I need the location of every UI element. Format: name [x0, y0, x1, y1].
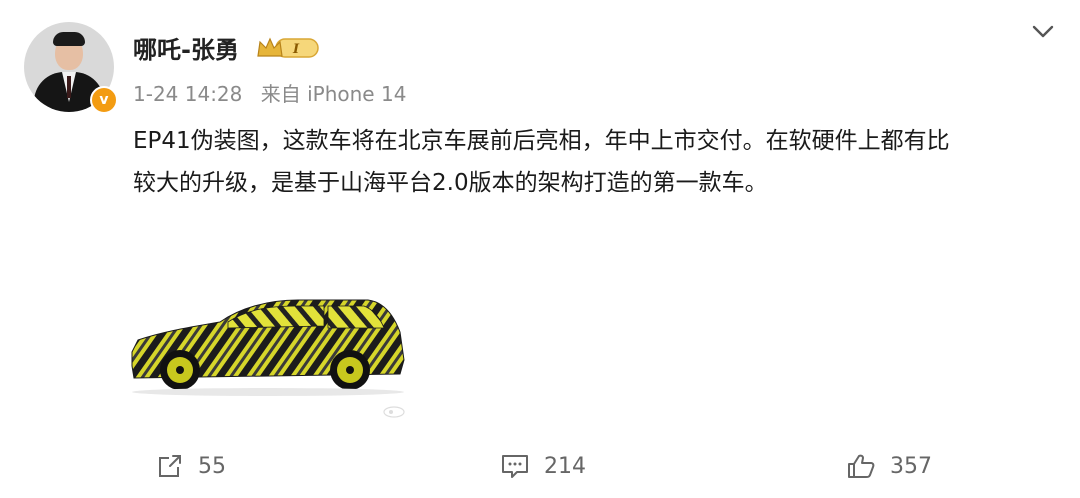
share-count: 55 [198, 453, 226, 479]
thumbs-up-icon [848, 454, 875, 478]
weibo-watermark-icon [383, 406, 405, 418]
camouflaged-car-image[interactable] [128, 282, 410, 400]
share-icon [159, 455, 181, 477]
post-content: EP41伪装图，这款车将在北京车展前后亮相，年中上市交付。在软硬件上都有比 较大… [133, 120, 1053, 204]
like-button[interactable]: 357 [846, 448, 932, 484]
post-text-line-2: 较大的升级，是基于山海平台2.0版本的架构打造的第一款车。 [133, 170, 768, 196]
comment-count: 214 [544, 453, 586, 479]
weibo-post: v 哪吒-张勇 I 1-24 14:28 来自 iPhone 14 EP41伪装… [0, 0, 1080, 498]
post-text-line-1: EP41伪装图，这款车将在北京车展前后亮相，年中上市交付。在软硬件上都有比 [133, 128, 950, 154]
author-name[interactable]: 哪吒-张勇 [133, 30, 239, 65]
comment-button[interactable]: 214 [500, 448, 586, 484]
avatar[interactable]: v [24, 22, 118, 114]
post-time: 1-24 14:28 [133, 82, 243, 106]
comment-icon [502, 455, 528, 478]
member-crown-badge-icon[interactable]: I [256, 36, 320, 60]
like-count: 357 [890, 453, 932, 479]
post-source: 来自 iPhone 14 [260, 82, 407, 106]
member-level-text: I [292, 42, 300, 57]
post-meta: 1-24 14:28 来自 iPhone 14 [133, 78, 406, 107]
share-button[interactable]: 55 [156, 448, 226, 484]
chevron-down-icon[interactable] [1030, 18, 1056, 44]
verified-icon: v [90, 86, 118, 114]
